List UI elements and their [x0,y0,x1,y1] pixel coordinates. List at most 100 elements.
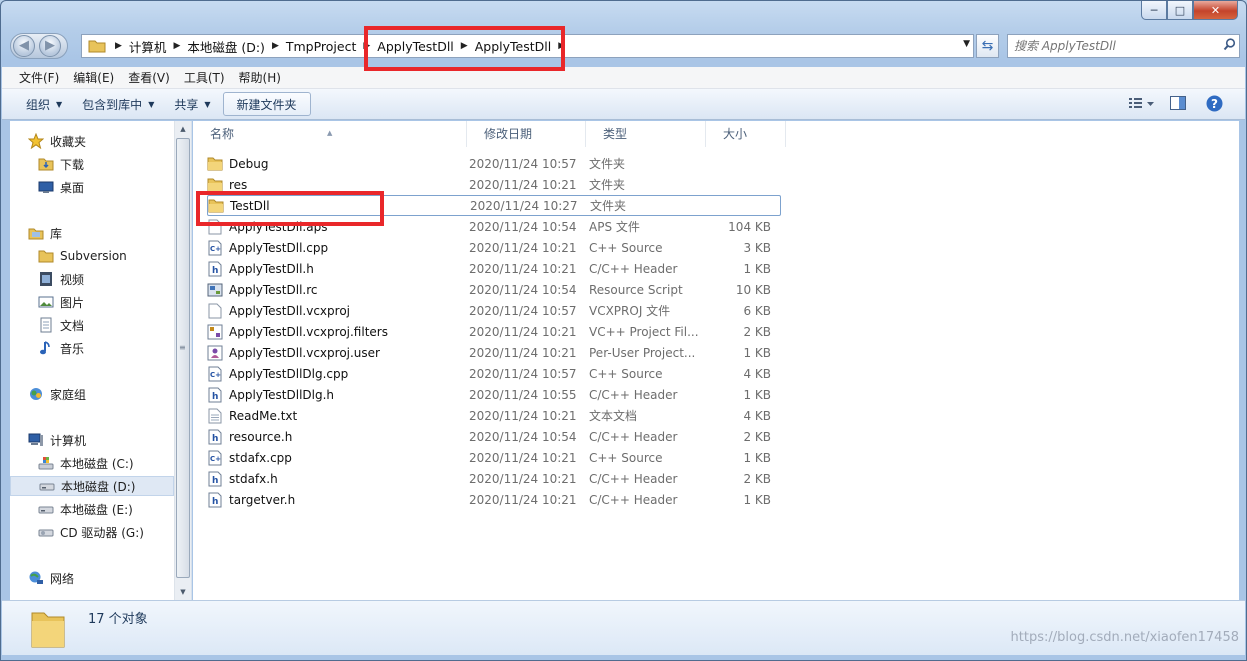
sidebar-item-subversion[interactable]: Subversion [38,246,127,266]
share-button[interactable]: 共享 ▼ [164,92,220,116]
file-type: 文件夹 [589,178,626,192]
include-in-library-button[interactable]: 包含到库中 ▼ [72,92,164,116]
column-header-size[interactable]: 大小 [706,121,786,147]
file-type: C/C++ Header [589,429,678,444]
file-row[interactable]: h ApplyTestDll.h 2020/11/24 10:21 C/C++ Hea… [207,258,781,279]
sidebar-label: 库 [50,226,63,241]
breadcrumb-drive-d[interactable]: 本地磁盘 (D:) [183,37,269,56]
file-row[interactable]: C+ stdafx.cpp 2020/11/24 10:21 C++ Source 1 … [207,447,781,468]
sidebar-item-desktop[interactable]: 桌面 [38,177,84,197]
file-row[interactable]: Debug 2020/11/24 10:57 文件夹 [207,153,781,174]
address-dropdown-icon[interactable]: ▼ [963,39,970,49]
preview-pane-button[interactable] [1165,92,1191,114]
scroll-down-icon[interactable]: ▼ [175,584,191,600]
library-folder-icon [38,248,54,264]
sidebar-item-downloads[interactable]: 下载 [38,154,84,174]
file-row[interactable]: ApplyTestDll.vcxproj.user 2020/11/24 10:2… [207,342,781,363]
file-row[interactable]: ReadMe.txt 2020/11/24 10:21 文本文档 4 KB [207,405,781,426]
sidebar-item-network[interactable]: 网络 [28,568,74,588]
sidebar-item-drive-d[interactable]: 本地磁盘 (D:) [10,476,174,496]
file-row[interactable]: C+ ApplyTestDllDlg.cpp 2020/11/24 10:57 C++… [207,363,781,384]
organize-button[interactable]: 组织 ▼ [16,92,72,116]
downloads-folder-icon [38,156,54,172]
change-view-button[interactable] [1129,92,1155,114]
file-row[interactable]: h ApplyTestDllDlg.h 2020/11/24 10:55 C/C++ … [207,384,781,405]
file-size: 1 KB [743,492,771,507]
sort-ascending-icon: ▲ [327,129,333,137]
back-button[interactable]: ◀ [13,35,35,57]
search-icon[interactable] [1219,37,1239,55]
maximize-button[interactable]: □ [1167,1,1193,20]
forward-button[interactable]: ▶ [39,35,61,57]
file-row[interactable]: h stdafx.h 2020/11/24 10:21 C/C++ Header 2 K… [207,468,781,489]
file-row[interactable]: ApplyTestDll.vcxproj 2020/11/24 10:57 VCXP… [207,300,781,321]
file-row[interactable]: ApplyTestDll.rc 2020/11/24 10:54 Resource … [207,279,781,300]
sidebar-item-pictures[interactable]: 图片 [38,292,84,312]
sidebar-scrollbar[interactable]: ▲ ≡ ▼ [174,121,191,600]
breadcrumb-tmpproject[interactable]: TmpProject [282,39,361,54]
file-name-cell: ReadMe.txt [207,408,469,424]
homegroup-icon [28,386,44,402]
file-date: 2020/11/24 10:21 [469,324,577,339]
file-type: C/C++ Header [589,492,678,507]
header-file-icon: h [207,261,223,277]
file-date: 2020/11/24 10:21 [469,492,577,507]
chevron-right-icon[interactable]: ▶ [170,41,183,51]
file-date: 2020/11/24 10:54 [469,282,577,297]
file-name-cell: h targetver.h [207,492,469,508]
system-drive-icon [38,455,54,471]
menu-file[interactable]: 文件(F) [12,69,66,86]
sidebar-item-drive-e[interactable]: 本地磁盘 (E:) [38,499,133,519]
scroll-thumb[interactable] [176,138,190,578]
svg-text:C+: C+ [210,455,221,463]
sidebar-item-drive-c[interactable]: 本地磁盘 (C:) [38,453,134,473]
search-input[interactable] [1014,36,1219,56]
sidebar-item-libraries[interactable]: 库 [28,223,62,243]
file-date: 2020/11/24 10:57 [469,156,577,171]
file-name: targetver.h [229,492,296,507]
help-button[interactable]: ? [1201,92,1227,114]
column-header-type[interactable]: 类型 [586,121,706,147]
close-button[interactable]: ✕ [1193,1,1238,20]
file-icon [207,303,223,319]
file-date: 2020/11/24 10:57 [469,303,577,318]
menu-tools[interactable]: 工具(T) [177,69,232,86]
scroll-up-icon[interactable]: ▲ [175,121,191,137]
explorer-window: ─ □ ✕ ◀ ▶ ▶ 计算机 ▶ 本地磁盘 (D:) ▶ TmpProject… [0,0,1247,661]
sidebar-item-favorites[interactable]: 收藏夹 [28,131,86,151]
new-folder-button[interactable]: 新建文件夹 [222,92,311,116]
file-name: ApplyTestDll.h [229,261,314,276]
menu-edit[interactable]: 编辑(E) [66,69,121,86]
file-name-cell: h ApplyTestDll.h [207,261,469,277]
column-header-name[interactable]: 名称 ▲ [193,121,467,147]
chevron-right-icon[interactable]: ▶ [112,41,125,51]
column-header-date[interactable]: 修改日期 [467,121,586,147]
minimize-button[interactable]: ─ [1141,1,1167,20]
file-row[interactable]: C+ ApplyTestDll.cpp 2020/11/24 10:21 C++ So… [207,237,781,258]
column-header-label: 修改日期 [484,127,533,141]
file-row[interactable]: h resource.h 2020/11/24 10:54 C/C++ Header 2… [207,426,781,447]
file-row[interactable]: ApplyTestDll.vcxproj.filters 2020/11/24 1… [207,321,781,342]
menu-view[interactable]: 查看(V) [121,69,177,86]
file-row[interactable]: h targetver.h 2020/11/24 10:21 C/C++ Header… [207,489,781,510]
file-name: res [229,177,248,192]
menu-help[interactable]: 帮助(H) [232,69,288,86]
sidebar-item-computer[interactable]: 计算机 [28,430,86,450]
chevron-right-icon[interactable]: ▶ [269,41,282,51]
sidebar-item-homegroup[interactable]: 家庭组 [28,384,86,404]
breadcrumb-computer[interactable]: 计算机 [125,37,171,56]
refresh-button[interactable]: ⇆ [976,34,999,58]
file-type: C/C++ Header [589,261,678,276]
sidebar-label: 收藏夹 [50,134,87,149]
details-view-icon [1129,98,1154,108]
file-name: ApplyTestDll.rc [229,282,318,297]
file-size: 2 KB [743,429,771,444]
sidebar-item-drive-g[interactable]: CD 驱动器 (G:) [38,522,144,542]
svg-text:h: h [212,266,218,276]
sidebar-item-videos[interactable]: 视频 [38,269,84,289]
sidebar-item-music[interactable]: 音乐 [38,338,84,358]
file-name-cell: h ApplyTestDllDlg.h [207,387,469,403]
file-name-cell: Debug [207,156,469,172]
sidebar-item-documents[interactable]: 文档 [38,315,84,335]
svg-text:h: h [212,392,218,402]
